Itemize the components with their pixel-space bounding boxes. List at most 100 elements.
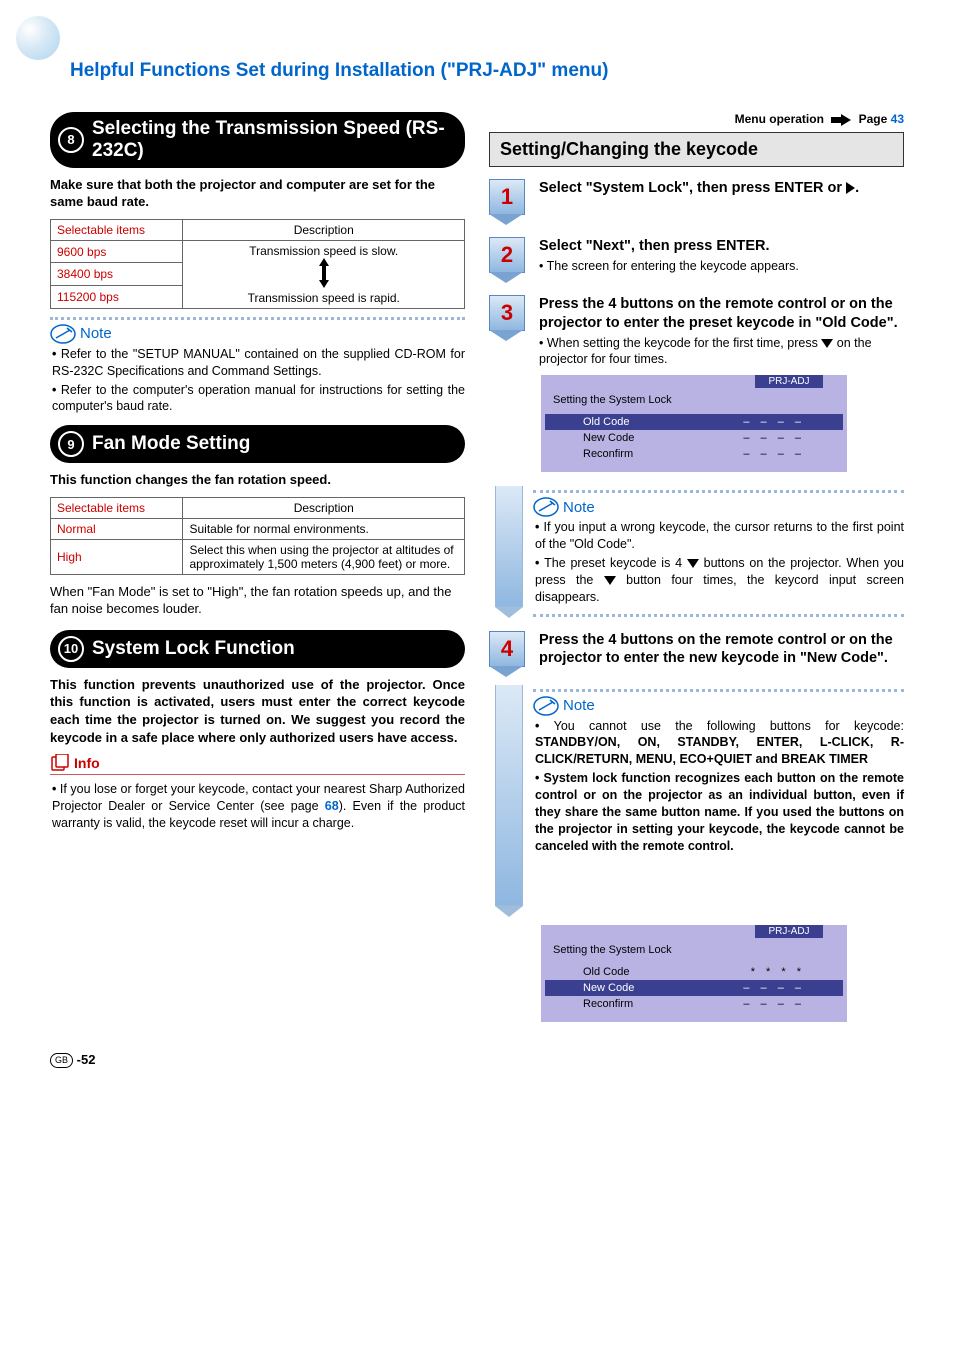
- step-continuator: [495, 486, 523, 620]
- table-header: Selectable items: [51, 497, 183, 518]
- osd-key: New Code: [553, 982, 634, 994]
- note-item: If you input a wrong keycode, the cursor…: [535, 519, 904, 553]
- step-text: Press the 4 buttons on the remote contro…: [539, 632, 893, 667]
- chevron-down-icon: [489, 214, 523, 225]
- section-8-lead: Make sure that both the projector and co…: [50, 176, 465, 211]
- right-column: Menu operation Page 43 Setting/Changing …: [489, 112, 904, 1022]
- osd-preview-new-code: PRJ-ADJ Setting the System Lock Old Code…: [541, 925, 847, 1022]
- step-3: 3 Press the 4 buttons on the remote cont…: [489, 295, 904, 367]
- info-icon: [50, 754, 70, 772]
- note-icon: [50, 324, 76, 344]
- osd-key: Old Code: [553, 416, 629, 428]
- note-icon: [533, 696, 559, 716]
- step-text-key: ENTER: [774, 180, 823, 196]
- step-body: Press the 4 buttons on the remote contro…: [539, 295, 904, 367]
- speed-arrow-icon: [317, 258, 331, 288]
- step-number: 4: [489, 631, 525, 667]
- osd-row: Old Code * * * *: [553, 964, 835, 980]
- step-text: Select "Next", then press: [539, 238, 716, 254]
- desc-rapid: Transmission speed is rapid.: [248, 291, 400, 305]
- osd-key: New Code: [553, 432, 634, 444]
- decorative-spot: [16, 16, 60, 60]
- divider: [50, 774, 465, 775]
- osd-row: New Code – – – –: [553, 430, 835, 446]
- down-arrow-icon: [604, 576, 616, 585]
- section-10-body: This function prevents unauthorized use …: [50, 676, 465, 746]
- down-arrow-icon: [687, 559, 699, 568]
- table-cell: High: [51, 539, 183, 574]
- table-cell: Suitable for normal environments.: [183, 518, 465, 539]
- region-badge: GB: [50, 1053, 73, 1068]
- osd-row: Old Code – – – –: [545, 414, 843, 430]
- divider: [533, 614, 904, 617]
- step-number: 3: [489, 295, 525, 331]
- note-item: System lock function recognizes each but…: [535, 770, 904, 854]
- info-header: Info: [50, 754, 465, 772]
- chevron-down-icon: [489, 666, 523, 677]
- note-list: If you input a wrong keycode, the cursor…: [535, 519, 904, 605]
- menu-op-label: Menu operation: [735, 112, 824, 126]
- note-item: Refer to the "SETUP MANUAL" contained on…: [52, 346, 465, 380]
- section-number-icon: 9: [58, 431, 84, 457]
- page-num-text: -52: [77, 1052, 96, 1067]
- note-item: The preset keycode is 4 buttons on the p…: [535, 555, 904, 606]
- note-label: Note: [563, 499, 595, 516]
- section-8-header: 8 Selecting the Transmission Speed (RS-2…: [50, 112, 465, 168]
- page-number: GB -52: [50, 1052, 904, 1068]
- table-cell: 38400 bps: [51, 263, 183, 286]
- step-body: Press the 4 buttons on the remote contro…: [539, 631, 904, 669]
- menu-op-page-num: 43: [891, 112, 904, 126]
- step-number: 2: [489, 237, 525, 273]
- note-label: Note: [563, 697, 595, 714]
- table-header: Description: [183, 219, 465, 240]
- step-badge: 4: [489, 631, 529, 677]
- step-text: .: [766, 238, 770, 254]
- osd-tab: PRJ-ADJ: [755, 375, 823, 388]
- chevron-down-icon: [489, 330, 523, 341]
- step-badge: 2: [489, 237, 529, 283]
- step-subtext: • When setting the keycode for the first…: [539, 335, 904, 368]
- osd-row: New Code – – – –: [545, 980, 843, 996]
- osd-val: – – – –: [743, 416, 835, 428]
- menu-operation-ref: Menu operation Page 43: [489, 112, 904, 126]
- section-8-title: Selecting the Transmission Speed (RS-232…: [92, 118, 449, 162]
- osd-key: Reconfirm: [553, 448, 633, 460]
- down-arrow-icon: [821, 339, 833, 348]
- note-list: Refer to the "SETUP MANUAL" contained on…: [52, 346, 465, 416]
- baud-rate-table: Selectable items Description 9600 bps Tr…: [50, 219, 465, 309]
- note-item: You cannot use the following buttons for…: [535, 718, 904, 769]
- step-1: 1 Select "System Lock", then press ENTER…: [489, 179, 904, 225]
- step-badge: 3: [489, 295, 529, 341]
- menu-op-page-label: Page: [859, 112, 888, 126]
- osd-key: Old Code: [553, 966, 629, 978]
- fan-mode-table: Selectable items Description Normal Suit…: [50, 497, 465, 575]
- left-column: 8 Selecting the Transmission Speed (RS-2…: [50, 112, 465, 1022]
- step-text: or: [824, 180, 847, 196]
- osd-val: – – – –: [743, 998, 835, 1010]
- osd-val: – – – –: [743, 432, 835, 444]
- note-header: Note: [533, 497, 904, 517]
- step-text: Press the 4 buttons on the remote contro…: [539, 296, 898, 331]
- divider: [533, 490, 904, 493]
- note-list: You cannot use the following buttons for…: [535, 718, 904, 855]
- section-10-header: 10 System Lock Function: [50, 630, 465, 668]
- step-body: Select "Next", then press ENTER. • The s…: [539, 237, 904, 274]
- osd-key: Reconfirm: [553, 998, 633, 1010]
- osd-tab: PRJ-ADJ: [755, 925, 823, 938]
- step-text: Select "System Lock", then press: [539, 180, 774, 196]
- page-ref: 68: [325, 799, 339, 813]
- step-text-key: ENTER: [716, 238, 765, 254]
- table-cell: 115200 bps: [51, 286, 183, 309]
- table-header: Selectable items: [51, 219, 183, 240]
- section-number-icon: 8: [58, 127, 84, 153]
- note-header: Note: [533, 696, 904, 716]
- osd-title: Setting the System Lock: [553, 394, 835, 406]
- keycode-section-title: Setting/Changing the keycode: [489, 132, 904, 167]
- divider: [533, 689, 904, 692]
- info-list: If you lose or forget your keycode, cont…: [52, 781, 465, 832]
- note-icon: [533, 497, 559, 517]
- step-4: 4 Press the 4 buttons on the remote cont…: [489, 631, 904, 677]
- osd-preview-old-code: PRJ-ADJ Setting the System Lock Old Code…: [541, 375, 847, 472]
- page-title: Helpful Functions Set during Installatio…: [70, 60, 904, 82]
- info-item: If you lose or forget your keycode, cont…: [52, 781, 465, 832]
